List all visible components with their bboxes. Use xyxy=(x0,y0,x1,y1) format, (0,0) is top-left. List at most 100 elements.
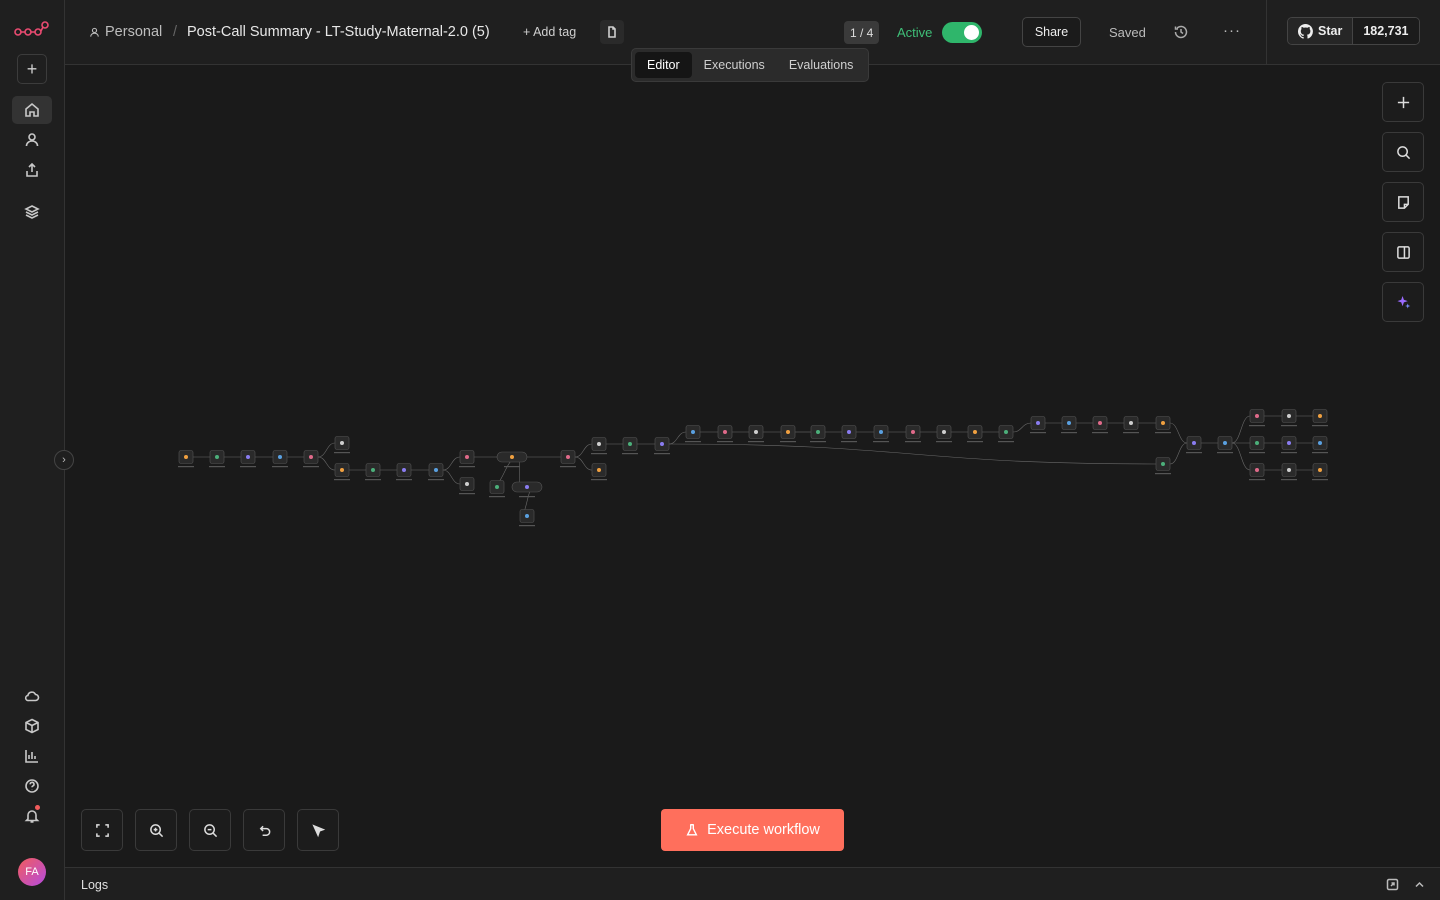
toggle-panel-button[interactable] xyxy=(1382,232,1424,272)
breadcrumb-separator: / xyxy=(173,24,178,40)
avatar-initials: FA xyxy=(25,866,39,878)
workflow-connection xyxy=(1231,442,1251,471)
node-label-line xyxy=(1249,479,1265,481)
workflow-canvas[interactable] xyxy=(65,65,1440,867)
saved-status: Saved xyxy=(1109,25,1146,40)
user-icon xyxy=(90,27,99,37)
workflow-connection xyxy=(1012,422,1032,433)
add-node-button[interactable] xyxy=(1382,82,1424,122)
node-icon xyxy=(495,485,499,489)
templates-icon[interactable] xyxy=(12,712,52,740)
tab-editor[interactable]: Editor xyxy=(635,52,692,78)
ai-assistant-button[interactable] xyxy=(1382,282,1424,322)
node-icon xyxy=(1098,421,1102,425)
execute-workflow-label: Execute workflow xyxy=(707,822,820,838)
node-icon xyxy=(754,430,758,434)
breadcrumb-project-label: Personal xyxy=(105,24,163,40)
node-label-line xyxy=(1249,425,1265,427)
node-icon xyxy=(340,468,344,472)
history-icon[interactable] xyxy=(1173,24,1189,40)
node-label-line xyxy=(936,441,952,443)
share-icon[interactable] xyxy=(12,156,52,184)
node-icon xyxy=(1004,430,1008,434)
zoom-out-button[interactable] xyxy=(189,809,231,851)
workflow-description-button[interactable] xyxy=(600,20,624,44)
node-label-line xyxy=(717,441,733,443)
node-label-line xyxy=(178,466,194,468)
bell-icon[interactable] xyxy=(12,802,52,830)
notification-dot xyxy=(35,805,40,810)
sidebar: + FA xyxy=(0,0,65,900)
active-label: Active xyxy=(897,25,933,40)
tab-evaluations[interactable]: Evaluations xyxy=(777,52,866,78)
workflow-graph[interactable] xyxy=(65,65,1440,867)
undo-button[interactable] xyxy=(243,809,285,851)
workflow-title[interactable]: Post-Call Summary - LT-Study-Maternal-2.… xyxy=(187,24,490,40)
avatar[interactable]: FA xyxy=(18,858,46,886)
search-nodes-button[interactable] xyxy=(1382,132,1424,172)
github-star-count: 182,731 xyxy=(1353,18,1419,44)
user-icon[interactable] xyxy=(12,126,52,154)
insights-icon[interactable] xyxy=(12,742,52,770)
tidy-up-icon xyxy=(311,823,325,837)
node-icon xyxy=(879,430,883,434)
workflow-connection xyxy=(574,443,593,458)
node-icon xyxy=(597,442,601,446)
node-icon xyxy=(371,468,375,472)
fit-view-button[interactable] xyxy=(81,809,123,851)
github-star-label: Star xyxy=(1318,24,1343,38)
workflow-connection xyxy=(442,469,461,485)
node-label-line xyxy=(967,441,983,443)
more-options-icon[interactable]: ··· xyxy=(1223,22,1241,39)
node-label-line xyxy=(303,466,319,468)
github-icon xyxy=(1298,23,1313,39)
node-label-line xyxy=(272,466,288,468)
share-button[interactable]: Share xyxy=(1022,17,1081,47)
n8n-logo[interactable] xyxy=(14,20,50,40)
node-icon xyxy=(942,430,946,434)
node-icon xyxy=(816,430,820,434)
page-indicator: 1 / 4 xyxy=(844,21,880,44)
node-label-line xyxy=(1281,479,1297,481)
node-label-line xyxy=(1030,432,1046,434)
node-icon xyxy=(1161,421,1165,425)
sticky-note-button[interactable] xyxy=(1382,182,1424,222)
execute-workflow-button[interactable]: Execute workflow xyxy=(661,809,844,851)
node-icon xyxy=(597,468,601,472)
help-icon[interactable] xyxy=(12,772,52,800)
breadcrumb-project[interactable]: Personal xyxy=(89,24,162,40)
node-icon xyxy=(1318,441,1322,445)
sidebar-expand-toggle[interactable]: › xyxy=(54,450,74,470)
divider xyxy=(1266,0,1267,65)
create-button[interactable]: + xyxy=(17,54,47,84)
active-toggle[interactable] xyxy=(942,22,982,43)
node-label-line xyxy=(1123,432,1139,434)
node-icon xyxy=(309,455,313,459)
logs-panel[interactable]: Logs xyxy=(65,867,1440,900)
node-icon xyxy=(1287,414,1291,418)
node-label-line xyxy=(1155,473,1171,475)
github-star-widget[interactable]: Star 182,731 xyxy=(1287,17,1420,45)
add-tag-button[interactable]: + Add tag xyxy=(523,25,576,39)
node-label-line xyxy=(748,441,764,443)
node-label-line xyxy=(1186,452,1202,454)
tab-executions[interactable]: Executions xyxy=(692,52,777,78)
github-star-button[interactable]: Star xyxy=(1288,18,1354,44)
node-label-line xyxy=(1061,432,1077,434)
chevron-up-icon[interactable] xyxy=(1413,878,1426,891)
layers-icon[interactable] xyxy=(12,198,52,226)
tidy-up-button[interactable] xyxy=(297,809,339,851)
node-icon xyxy=(184,455,188,459)
node-label-line xyxy=(334,479,350,481)
cloud-icon[interactable] xyxy=(12,682,52,710)
node-icon xyxy=(628,442,632,446)
pop-out-icon[interactable] xyxy=(1386,878,1399,891)
zoom-in-button[interactable] xyxy=(135,809,177,851)
node-icon xyxy=(510,455,514,459)
node-label-line xyxy=(1312,452,1328,454)
home-icon[interactable] xyxy=(12,96,52,124)
node-icon xyxy=(566,455,570,459)
node-label-line xyxy=(1281,425,1297,427)
node-icon xyxy=(1036,421,1040,425)
node-label-line xyxy=(459,493,475,495)
